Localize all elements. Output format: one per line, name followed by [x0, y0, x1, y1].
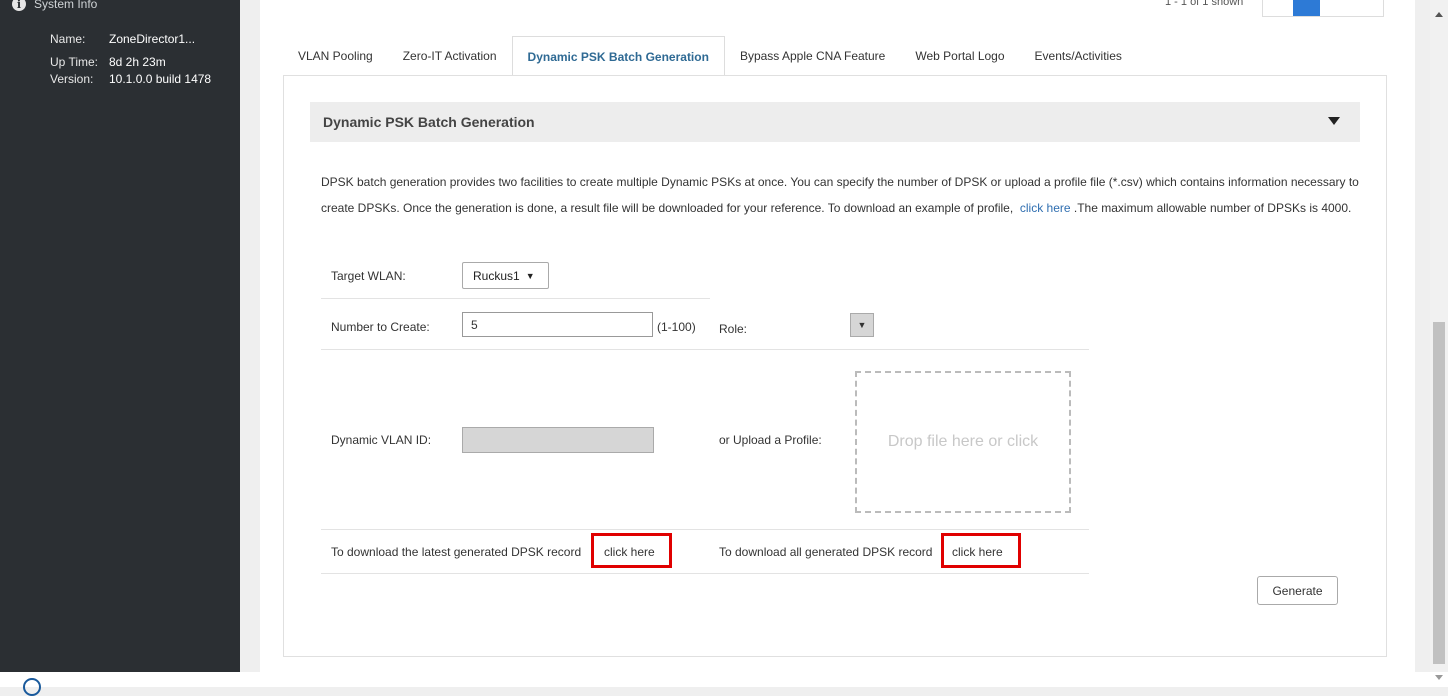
section-header[interactable]: Dynamic PSK Batch Generation	[310, 102, 1360, 142]
section-title: Dynamic PSK Batch Generation	[323, 114, 535, 130]
info-icon: i	[12, 0, 26, 11]
system-uptime-row: Up Time: 8d 2h 23m	[50, 55, 239, 70]
version-value: 10.1.0.0 build 1478	[109, 72, 212, 86]
row-divider	[321, 298, 710, 299]
dynamic-vlan-id-label: Dynamic VLAN ID:	[331, 433, 432, 447]
description-text-tail: .The maximum allowable number of DPSKs i…	[1073, 201, 1352, 215]
tab-dynamic-psk-batch-generation[interactable]: Dynamic PSK Batch Generation	[511, 36, 725, 77]
tab-zero-it-activation[interactable]: Zero-IT Activation	[388, 36, 512, 76]
profile-dropzone[interactable]: Drop file here or click	[855, 371, 1071, 513]
scroll-up-arrow-icon[interactable]	[1435, 12, 1443, 17]
scroll-down-arrow-icon[interactable]	[1435, 675, 1443, 680]
upload-profile-label: or Upload a Profile:	[719, 433, 822, 447]
target-wlan-label: Target WLAN:	[331, 269, 406, 283]
row-divider	[321, 529, 1089, 530]
role-label: Role:	[719, 322, 748, 336]
version-label: Version:	[50, 72, 94, 86]
select-arrow-icon: ▼	[525, 270, 535, 281]
number-to-create-input[interactable]: 5	[462, 312, 653, 337]
page-scrollbar[interactable]	[1430, 0, 1448, 672]
row-divider	[321, 573, 1089, 574]
dropzone-text: Drop file here or click	[887, 433, 1039, 450]
tab-vlan-pooling[interactable]: VLAN Pooling	[283, 36, 388, 76]
all-records-text: To download all generated DPSK record	[719, 545, 933, 559]
target-wlan-select[interactable]: Ruckus1 ▼	[462, 262, 549, 289]
config-tabs: VLAN Pooling Zero-IT Activation Dynamic …	[283, 36, 1137, 77]
highlight-box	[941, 533, 1021, 568]
system-info-title: System Info	[34, 0, 98, 11]
caret-down-icon[interactable]	[1328, 117, 1340, 125]
uptime-value: 8d 2h 23m	[109, 55, 166, 69]
number-to-create-value: 5	[471, 317, 478, 332]
help-icon[interactable]	[23, 678, 41, 696]
tab-events-activities[interactable]: Events/Activities	[1020, 36, 1137, 76]
section-description: DPSK batch generation provides two facil…	[321, 169, 1361, 221]
dynamic-vlan-id-input[interactable]	[462, 427, 654, 453]
tab-bypass-apple-cna[interactable]: Bypass Apple CNA Feature	[725, 36, 900, 76]
scrollbar-thumb[interactable]	[1433, 322, 1445, 664]
footer-strip	[0, 672, 1448, 687]
number-to-create-label: Number to Create:	[331, 320, 430, 334]
generate-button[interactable]: Generate	[1257, 576, 1338, 605]
uptime-label: Up Time:	[50, 55, 99, 69]
system-version-row: Version: 10.1.0.0 build 1478	[50, 72, 239, 87]
system-name-row: Name: ZoneDirector1...	[50, 32, 239, 47]
highlight-box	[591, 533, 672, 568]
pager-status: 1 - 1 of 1 shown	[1165, 0, 1244, 8]
row-divider	[321, 349, 1089, 350]
number-range-hint: (1-100)	[657, 320, 696, 334]
name-value: ZoneDirector1...	[109, 32, 196, 46]
pager-current-page[interactable]	[1293, 0, 1320, 16]
tab-panel: Dynamic PSK Batch Generation DPSK batch …	[283, 75, 1387, 657]
role-select[interactable]: ▼	[850, 313, 874, 337]
tab-web-portal-logo[interactable]: Web Portal Logo	[900, 36, 1019, 76]
example-profile-link[interactable]: click here	[1020, 201, 1071, 215]
pager-control[interactable]	[1262, 0, 1384, 17]
sidebar: i System Info Name: ZoneDirector1... Up …	[0, 0, 240, 672]
name-label: Name:	[50, 32, 86, 46]
target-wlan-value: Ruckus1	[473, 268, 520, 283]
latest-records-text: To download the latest generated DPSK re…	[331, 545, 582, 559]
system-info-header[interactable]: i System Info	[12, 0, 97, 12]
